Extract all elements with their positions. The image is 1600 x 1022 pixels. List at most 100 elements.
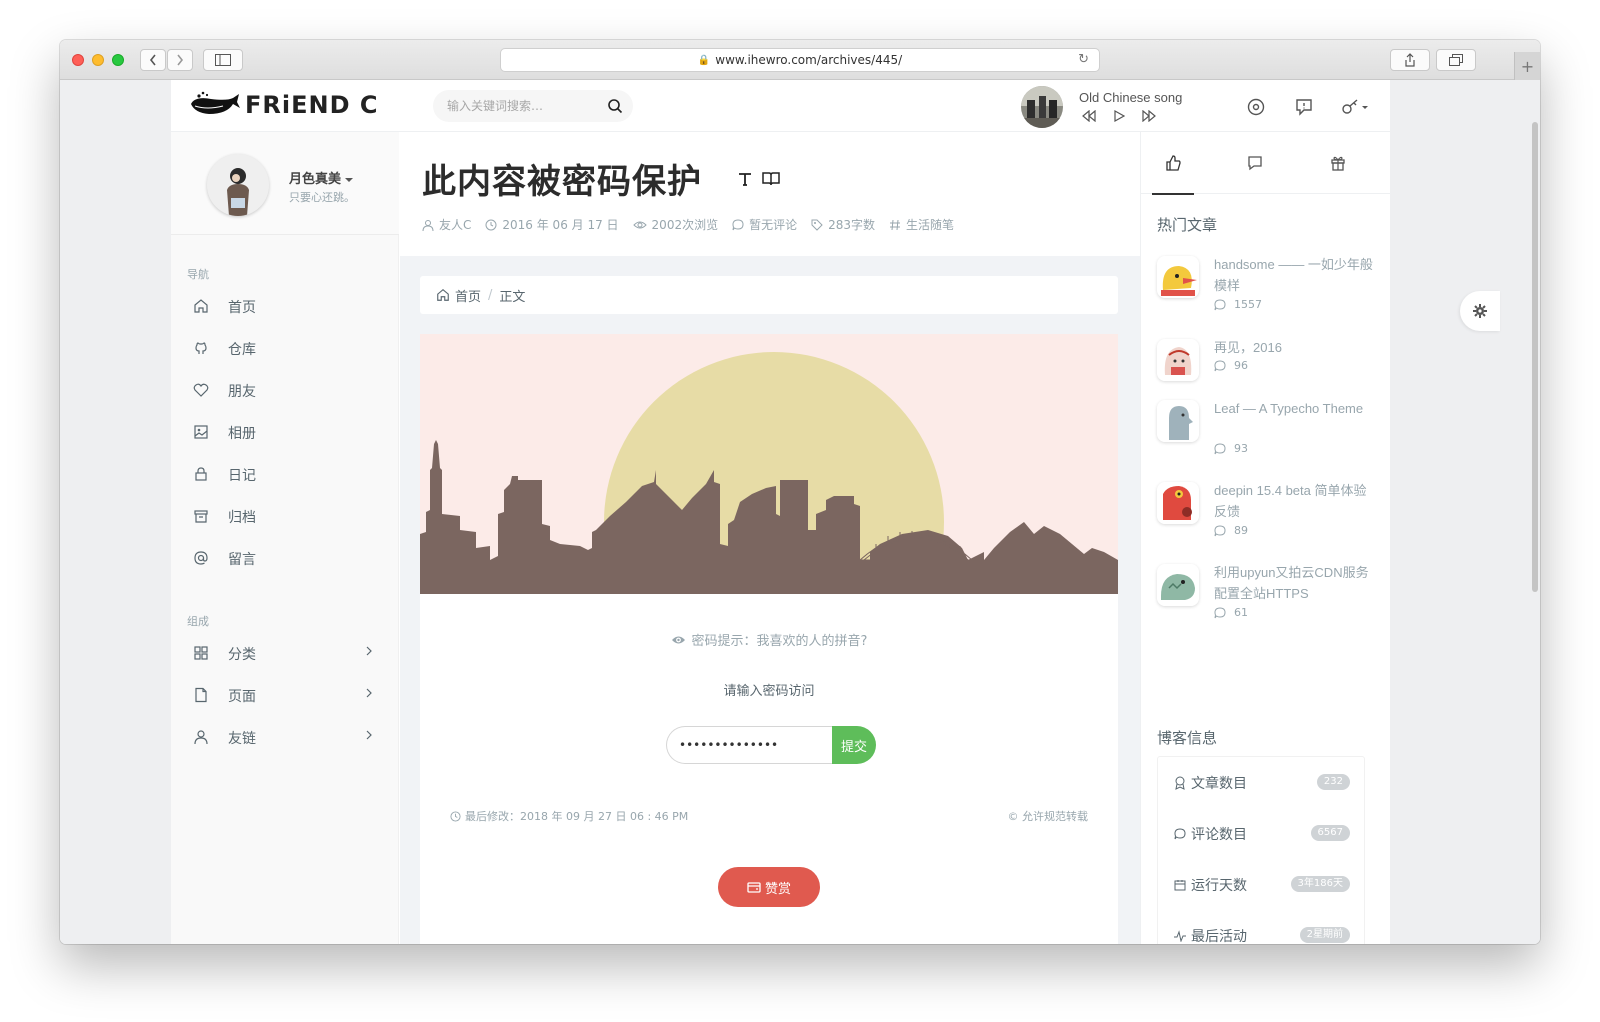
sidebar-item-label: 留言 bbox=[228, 552, 256, 568]
sidebar-item-diary[interactable]: 日记 bbox=[171, 453, 399, 495]
hot-post-title: handsome —— 一如少年般模样 bbox=[1214, 257, 1373, 293]
caret-down-icon bbox=[345, 177, 354, 182]
sidebar-item-home[interactable]: 首页 bbox=[171, 285, 399, 327]
sidebar-toggle-button[interactable] bbox=[203, 49, 243, 71]
sidebar-item-pages[interactable]: 页面 bbox=[171, 674, 399, 716]
avatar[interactable] bbox=[207, 154, 269, 216]
song-title: Old Chinese song bbox=[1079, 90, 1183, 105]
post-card: 密码提示：我喜欢的人的拼音? 请输入密码访问 提交 最后修改：2018 年 09… bbox=[420, 334, 1118, 944]
back-button[interactable] bbox=[140, 49, 166, 71]
sidebar-item-label: 友链 bbox=[228, 731, 256, 747]
comment-icon bbox=[1214, 442, 1226, 454]
sidebar-item-label: 仓库 bbox=[228, 342, 256, 358]
sidebar-item-friends[interactable]: 朋友 bbox=[171, 369, 399, 411]
address-bar[interactable]: 🔒 www.ihewro.com/archives/445/ ↻ bbox=[500, 48, 1100, 72]
tabs-icon bbox=[1449, 54, 1463, 66]
sidebar-item-category[interactable]: 分类 bbox=[171, 632, 399, 674]
meta-views: 2002次浏览 bbox=[632, 216, 718, 233]
submit-button[interactable]: 提交 bbox=[832, 726, 876, 764]
url-text: www.ihewro.com/archives/445/ bbox=[715, 53, 903, 67]
comment-icon bbox=[1248, 156, 1262, 171]
nav-section-label: 导航 bbox=[187, 268, 209, 281]
comment-icon bbox=[1214, 524, 1226, 536]
previous-track-icon[interactable] bbox=[1081, 110, 1097, 122]
breadcrumb: 首页 / 正文 bbox=[420, 276, 1118, 314]
hot-post-comments: 96 bbox=[1214, 359, 1248, 372]
post-thumbnail bbox=[1157, 482, 1199, 524]
reward-button[interactable]: 赞赏 bbox=[718, 867, 820, 907]
sidebar-item-label: 相册 bbox=[228, 426, 256, 442]
info-badge: 3年186天 bbox=[1290, 876, 1350, 892]
chevron-right-icon bbox=[366, 688, 372, 698]
zoom-window-button[interactable] bbox=[112, 54, 124, 66]
site-logo[interactable]: FRiEND C bbox=[189, 90, 378, 120]
file-icon bbox=[195, 687, 207, 703]
page-viewport: FRiEND C 输入关键词搜索… Old Chinese song 月色真美 … bbox=[60, 80, 1540, 944]
tag-icon bbox=[811, 219, 823, 231]
activity-icon bbox=[1174, 930, 1186, 942]
close-window-button[interactable] bbox=[72, 54, 84, 66]
sidebar-item-guestbook[interactable]: 留言 bbox=[171, 537, 399, 579]
lock-icon bbox=[195, 467, 207, 481]
award-icon bbox=[1175, 776, 1185, 790]
gift-icon bbox=[1331, 156, 1345, 171]
heart-icon bbox=[193, 383, 209, 397]
reload-icon[interactable]: ↻ bbox=[1078, 52, 1089, 67]
hot-post-comments: 61 bbox=[1214, 606, 1248, 619]
settings-button[interactable] bbox=[1460, 291, 1500, 331]
sidebar-item-links[interactable]: 友链 bbox=[171, 716, 399, 758]
meta-author[interactable]: 友人C bbox=[422, 216, 471, 233]
info-badge: 232 bbox=[1316, 774, 1350, 790]
sidebar-item-repo[interactable]: 仓库 bbox=[171, 327, 399, 369]
title-tools bbox=[738, 172, 780, 186]
font-size-icon[interactable] bbox=[738, 172, 752, 186]
sidebar-item-label: 分类 bbox=[228, 647, 256, 663]
search-icon[interactable] bbox=[607, 98, 623, 114]
album-cover[interactable] bbox=[1021, 86, 1063, 128]
chevron-right-icon bbox=[177, 54, 184, 66]
target-icon[interactable] bbox=[1247, 98, 1265, 116]
clock-icon bbox=[485, 219, 497, 230]
blog-page: FRiEND C 输入关键词搜索… Old Chinese song 月色真美 … bbox=[171, 80, 1391, 944]
reading-mode-icon[interactable] bbox=[762, 172, 780, 186]
wallet-icon bbox=[747, 882, 761, 893]
eye-icon bbox=[632, 221, 647, 228]
minimize-window-button[interactable] bbox=[92, 54, 104, 66]
share-button[interactable] bbox=[1390, 49, 1430, 71]
new-tab-button[interactable]: + bbox=[1514, 52, 1540, 80]
blog-info-panel: 文章数目 232 评论数目 6567 运行天数 3年186天 最后活动 2星期前 bbox=[1157, 756, 1365, 944]
page-scrollbar[interactable] bbox=[1532, 122, 1538, 592]
hot-post-comments: 89 bbox=[1214, 524, 1248, 537]
chevron-right-icon bbox=[366, 646, 372, 656]
comment-icon bbox=[1214, 606, 1226, 618]
message-icon[interactable] bbox=[1295, 98, 1313, 116]
meta-words: 283字数 bbox=[811, 216, 875, 233]
info-badge: 6567 bbox=[1310, 825, 1350, 841]
password-input[interactable] bbox=[666, 726, 836, 764]
hot-post-title: 利用upyun又拍云CDN服务配置全站HTTPS bbox=[1214, 565, 1369, 601]
key-icon[interactable] bbox=[1341, 98, 1371, 116]
tab-popular[interactable] bbox=[1143, 132, 1203, 195]
sidebar-item-label: 页面 bbox=[228, 689, 256, 705]
tabs-overview-button[interactable] bbox=[1436, 49, 1476, 71]
forward-button[interactable] bbox=[167, 49, 193, 71]
breadcrumb-separator: / bbox=[488, 287, 493, 303]
home-icon bbox=[194, 299, 208, 313]
meta-category[interactable]: 生活随笔 bbox=[889, 216, 954, 233]
play-icon[interactable] bbox=[1113, 110, 1125, 122]
profile-name[interactable]: 月色真美 bbox=[289, 168, 354, 187]
hot-post-title: deepin 15.4 beta 简单体验反馈 bbox=[1214, 483, 1367, 519]
search-input[interactable] bbox=[433, 90, 593, 122]
breadcrumb-home[interactable]: 首页 bbox=[455, 286, 481, 305]
tab-comments[interactable] bbox=[1225, 132, 1285, 194]
next-track-icon[interactable] bbox=[1141, 110, 1157, 122]
eye-icon bbox=[671, 636, 685, 643]
browser-window: 🔒 www.ihewro.com/archives/445/ ↻ + FRiEN… bbox=[60, 40, 1540, 944]
sidebar-item-archive[interactable]: 归档 bbox=[171, 495, 399, 537]
info-row-days: 运行天数 3年186天 bbox=[1158, 862, 1366, 902]
sidebar-item-album[interactable]: 相册 bbox=[171, 411, 399, 453]
grid-icon bbox=[194, 646, 208, 660]
hash-icon bbox=[890, 219, 901, 230]
meta-comments[interactable]: 暂无评论 bbox=[732, 216, 797, 233]
tab-random[interactable] bbox=[1308, 132, 1368, 194]
